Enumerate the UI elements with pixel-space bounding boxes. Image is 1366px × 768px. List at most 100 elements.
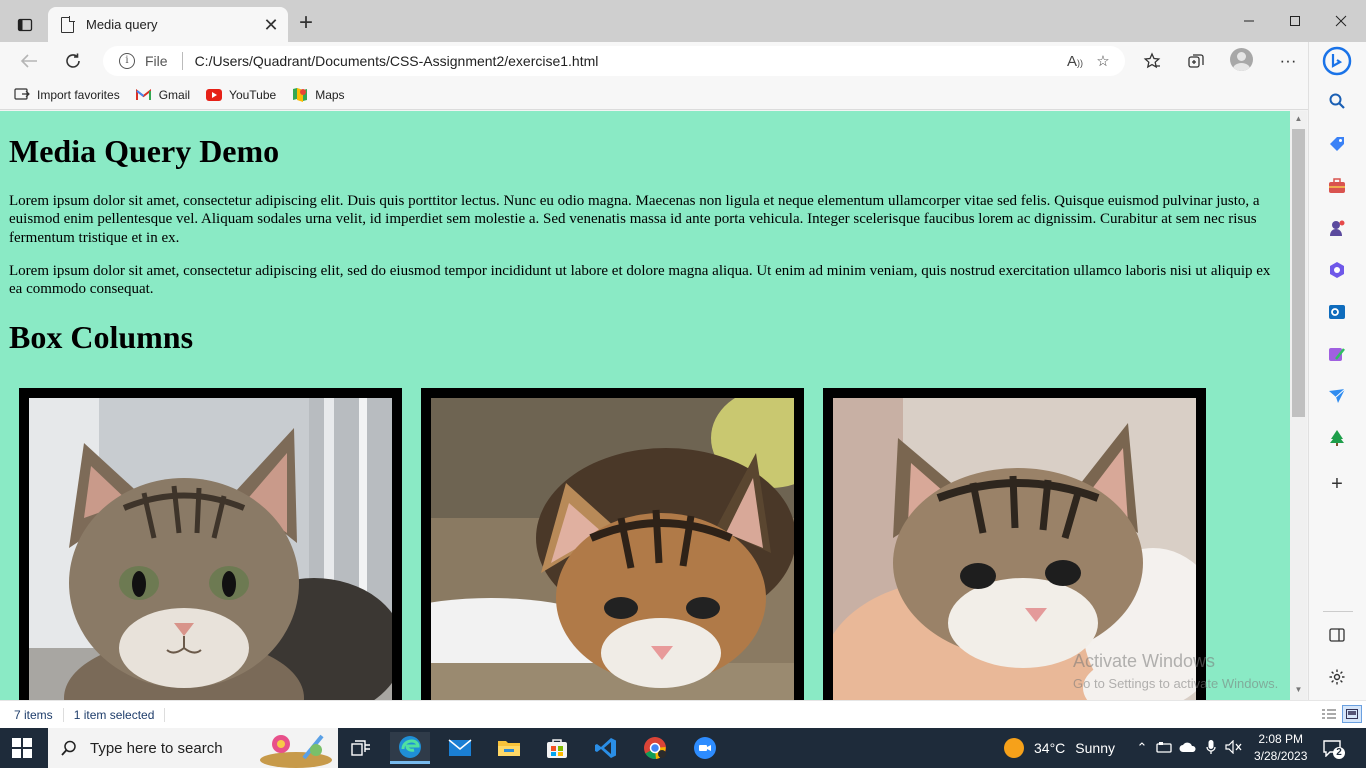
taskbar-edge[interactable] [390, 732, 430, 764]
favorites-icon[interactable] [1138, 49, 1166, 73]
bing-chat-icon[interactable] [1322, 46, 1352, 76]
search-icon[interactable] [1326, 90, 1348, 112]
zoom-icon [694, 737, 716, 759]
taskbar-store[interactable] [537, 732, 577, 764]
status-separator [164, 707, 166, 722]
paragraph-2: Lorem ipsum dolor sit amet, consectetur … [9, 263, 1271, 298]
minimize-button[interactable] [1226, 8, 1272, 34]
store-icon [547, 739, 567, 758]
explorer-status-bar: 7 items 1 item selected [0, 700, 1366, 728]
notification-center-button[interactable]: 2 [1322, 728, 1345, 768]
import-icon [14, 87, 30, 102]
search-highlight-icon [260, 734, 332, 768]
games-icon[interactable] [1326, 217, 1348, 239]
profile-avatar[interactable] [1230, 48, 1253, 71]
collections-icon[interactable] [1182, 49, 1210, 73]
box-column-2 [421, 388, 804, 700]
add-favorite-icon[interactable]: ☆ [1089, 52, 1117, 70]
edge-icon [399, 735, 421, 758]
scrollbar-thumb[interactable] [1292, 129, 1305, 417]
sidebar-settings-icon[interactable] [1326, 666, 1348, 688]
show-hidden-icons-icon[interactable]: ⌃ [1132, 740, 1152, 756]
outlook-icon[interactable] [1326, 301, 1348, 323]
windows-logo-icon [12, 738, 21, 747]
tab-strip: Media query ✕ + [0, 0, 1366, 42]
youtube-icon [206, 88, 223, 102]
refresh-button[interactable] [58, 47, 88, 75]
status-separator [62, 707, 64, 722]
weather-widget[interactable]: 34°C Sunny [1004, 728, 1115, 768]
maximize-button[interactable] [1272, 8, 1318, 34]
close-window-button[interactable] [1318, 8, 1364, 34]
favorite-label: Import favorites [37, 87, 120, 102]
clock-date: 3/28/2023 [1254, 749, 1308, 763]
back-arrow-icon [20, 54, 37, 68]
shopping-tag-icon[interactable] [1326, 133, 1348, 155]
volume-muted-icon[interactable] [1222, 739, 1246, 757]
clock[interactable]: 2:08 PM 3/28/2023 [1254, 728, 1307, 768]
vertical-scrollbar[interactable]: ▲ ▼ [1290, 111, 1307, 700]
details-view-icon[interactable] [1321, 708, 1337, 723]
tree-icon[interactable] [1326, 427, 1348, 449]
taskbar-vscode[interactable] [586, 732, 626, 764]
notifications-icon: 2 [1322, 739, 1345, 759]
start-button[interactable] [12, 738, 32, 758]
add-sidebar-app-icon[interactable]: + [1326, 473, 1348, 495]
file-label: File [145, 53, 168, 69]
weather-temperature: 34°C [1034, 740, 1066, 756]
taskbar-search-box[interactable]: Type here to search [48, 728, 338, 768]
notification-count-badge: 2 [1333, 747, 1345, 759]
large-icons-view-icon[interactable] [1342, 705, 1362, 723]
url-text[interactable]: C:/Users/Quadrant/Documents/CSS-Assignme… [195, 53, 1061, 69]
favorite-import[interactable]: Import favorites [14, 88, 120, 102]
taskbar-file-explorer[interactable] [489, 732, 529, 764]
favorite-label: Gmail [158, 87, 191, 102]
taskbar-zoom[interactable] [685, 732, 725, 764]
task-view-button[interactable] [341, 732, 381, 764]
info-icon[interactable]: i [119, 53, 135, 69]
tools-icon[interactable] [1326, 175, 1348, 197]
settings-more-icon[interactable]: ··· [1274, 49, 1302, 73]
scroll-down-icon[interactable]: ▼ [1290, 685, 1307, 694]
active-tab[interactable]: Media query ✕ [48, 7, 288, 42]
system-tray: ⌃ [1132, 728, 1246, 768]
back-button[interactable] [14, 47, 44, 75]
vscode-icon [595, 738, 616, 758]
address-bar[interactable]: i File C:/Users/Quadrant/Documents/CSS-A… [103, 46, 1125, 76]
windows-taskbar: Type here to search 34°C Sunny ⌃ 2:08 PM… [0, 728, 1366, 768]
favorite-maps[interactable]: Maps [292, 88, 345, 102]
page-icon [61, 16, 75, 33]
new-tab-button[interactable]: + [294, 11, 318, 36]
scroll-up-icon[interactable]: ▲ [1290, 114, 1307, 123]
address-separator [181, 52, 183, 70]
paragraph-1: Lorem ipsum dolor sit amet, consectetur … [9, 193, 1260, 246]
browser-toolbar: i File C:/Users/Quadrant/Documents/CSS-A… [0, 42, 1366, 80]
hide-sidebar-icon[interactable] [1326, 624, 1348, 646]
maximize-icon [1290, 16, 1300, 26]
kitten-image-1 [29, 398, 392, 700]
microsoft365-icon[interactable] [1326, 259, 1348, 281]
close-tab-icon[interactable]: ✕ [260, 16, 282, 34]
designer-icon[interactable] [1326, 343, 1348, 365]
search-placeholder: Type here to search [90, 739, 223, 757]
gmail-icon [136, 88, 152, 102]
search-icon [61, 740, 76, 756]
tab-actions-button[interactable] [10, 11, 40, 39]
send-icon[interactable] [1326, 385, 1348, 407]
item-count: 7 items [14, 707, 53, 722]
taskbar-chrome[interactable] [635, 732, 675, 764]
section-heading: Box Columns [9, 319, 194, 355]
microphone-icon[interactable] [1200, 739, 1222, 758]
onedrive-cloud-icon[interactable] [1176, 740, 1200, 756]
maps-icon [292, 88, 308, 102]
chrome-icon [644, 737, 666, 760]
page-viewport: Media Query Demo Lorem ipsum dolor sit a… [0, 111, 1290, 700]
read-aloud-icon[interactable]: A)) [1061, 53, 1089, 70]
favorite-youtube[interactable]: YouTube [206, 88, 276, 102]
task-view-icon [351, 740, 370, 756]
network-device-icon[interactable] [1152, 740, 1176, 756]
taskbar-mail[interactable] [440, 732, 480, 764]
close-window-icon [1335, 15, 1347, 27]
activate-windows-title: Activate Windows [1073, 651, 1216, 671]
favorite-gmail[interactable]: Gmail [136, 88, 190, 102]
